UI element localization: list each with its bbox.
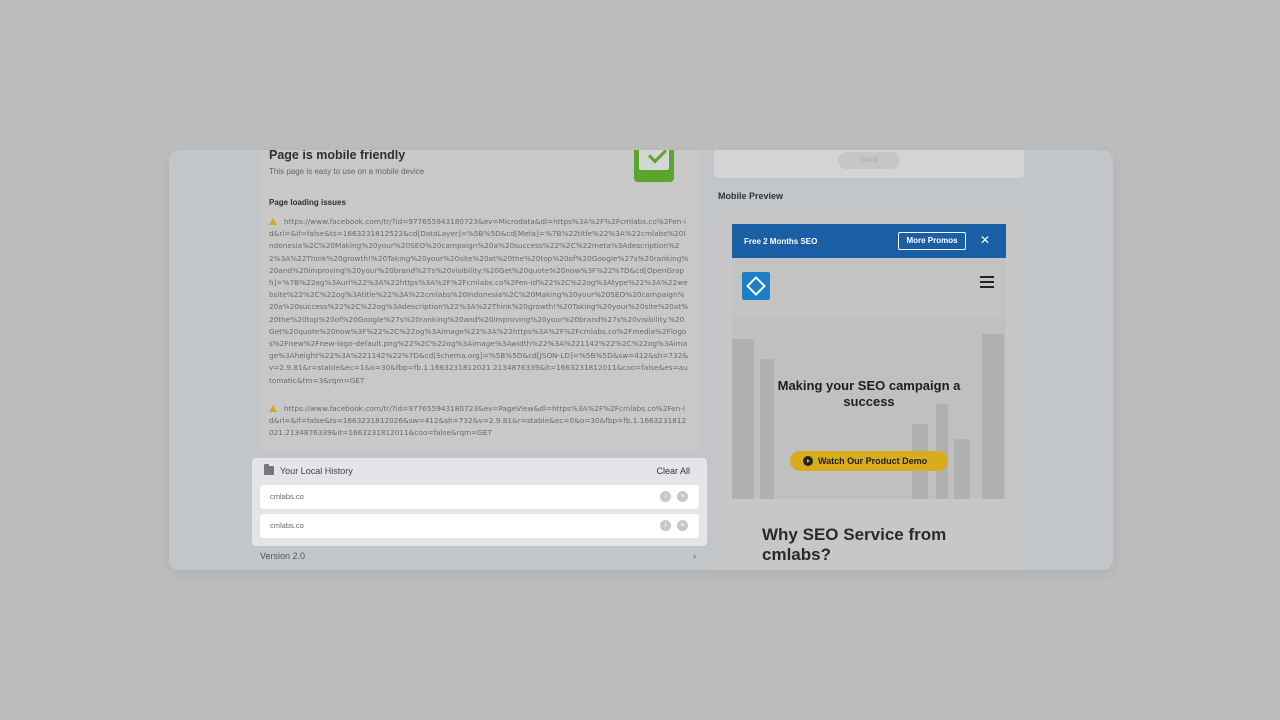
loading-issue-text: https://www.facebook.com/tr/?id=97765594…: [269, 217, 689, 385]
preview-navbar: [732, 258, 1006, 318]
hero-title: Making your SEO campaign a success: [777, 378, 961, 409]
info-icon[interactable]: i: [660, 491, 671, 502]
local-history-panel: Your Local History Clear All cmlabs.co i…: [252, 458, 707, 546]
close-icon[interactable]: ×: [677, 491, 688, 502]
promo-banner: Free 2 Months SEO More Promos ✕: [732, 224, 1006, 258]
history-item-url: cmlabs.co: [270, 521, 304, 530]
version-label: Version 2.0: [260, 551, 306, 561]
history-item-url: cmlabs.co: [270, 492, 304, 501]
mobile-friendly-description: This page is easy to use on a mobile dev…: [269, 167, 425, 176]
scroll-card: Scroll: [714, 150, 1024, 178]
mobile-friendly-card: Page is mobile friendly This page is eas…: [260, 150, 699, 453]
page-loading-issues-title: Page loading issues: [269, 198, 346, 207]
watch-demo-label: Watch Our Product Demo: [818, 456, 928, 466]
clear-all-button[interactable]: Clear All: [656, 466, 690, 476]
history-item[interactable]: cmlabs.co i ×: [260, 514, 699, 538]
history-item[interactable]: cmlabs.co i ×: [260, 485, 699, 509]
scroll-button[interactable]: Scroll: [838, 152, 900, 169]
chevron-right-icon[interactable]: ›: [693, 551, 696, 562]
close-icon[interactable]: ×: [677, 520, 688, 531]
check-icon: [634, 150, 674, 182]
menu-icon[interactable]: [980, 276, 994, 288]
loading-issue-item: https://www.facebook.com/tr/?id=97765594…: [269, 403, 689, 440]
section-title: Why SEO Service from cmlabs?: [762, 525, 947, 564]
local-history-title: Your Local History: [280, 466, 353, 476]
loading-issue-text: https://www.facebook.com/tr/?id=97765594…: [269, 404, 687, 438]
close-icon[interactable]: ✕: [980, 233, 990, 247]
play-icon: [803, 456, 813, 466]
more-promos-button[interactable]: More Promos: [898, 232, 966, 250]
promo-banner-text: Free 2 Months SEO: [744, 237, 818, 246]
mobile-preview-label: Mobile Preview: [718, 191, 784, 201]
warning-icon: [269, 405, 277, 412]
mobile-friendly-title: Page is mobile friendly: [269, 150, 406, 162]
mobile-preview-frame[interactable]: Free 2 Months SEO More Promos ✕ Making y…: [714, 209, 1024, 570]
warning-icon: [269, 218, 277, 225]
folder-icon: [264, 464, 274, 475]
loading-issue-item: https://www.facebook.com/tr/?id=97765594…: [269, 216, 689, 387]
preview-hero: Making your SEO campaign a success Watch…: [732, 318, 1006, 499]
seo-tool-panel: Page is mobile friendly This page is eas…: [169, 150, 1113, 570]
logo-icon[interactable]: [742, 272, 770, 300]
info-icon[interactable]: i: [660, 520, 671, 531]
watch-demo-button[interactable]: Watch Our Product Demo: [790, 451, 948, 471]
